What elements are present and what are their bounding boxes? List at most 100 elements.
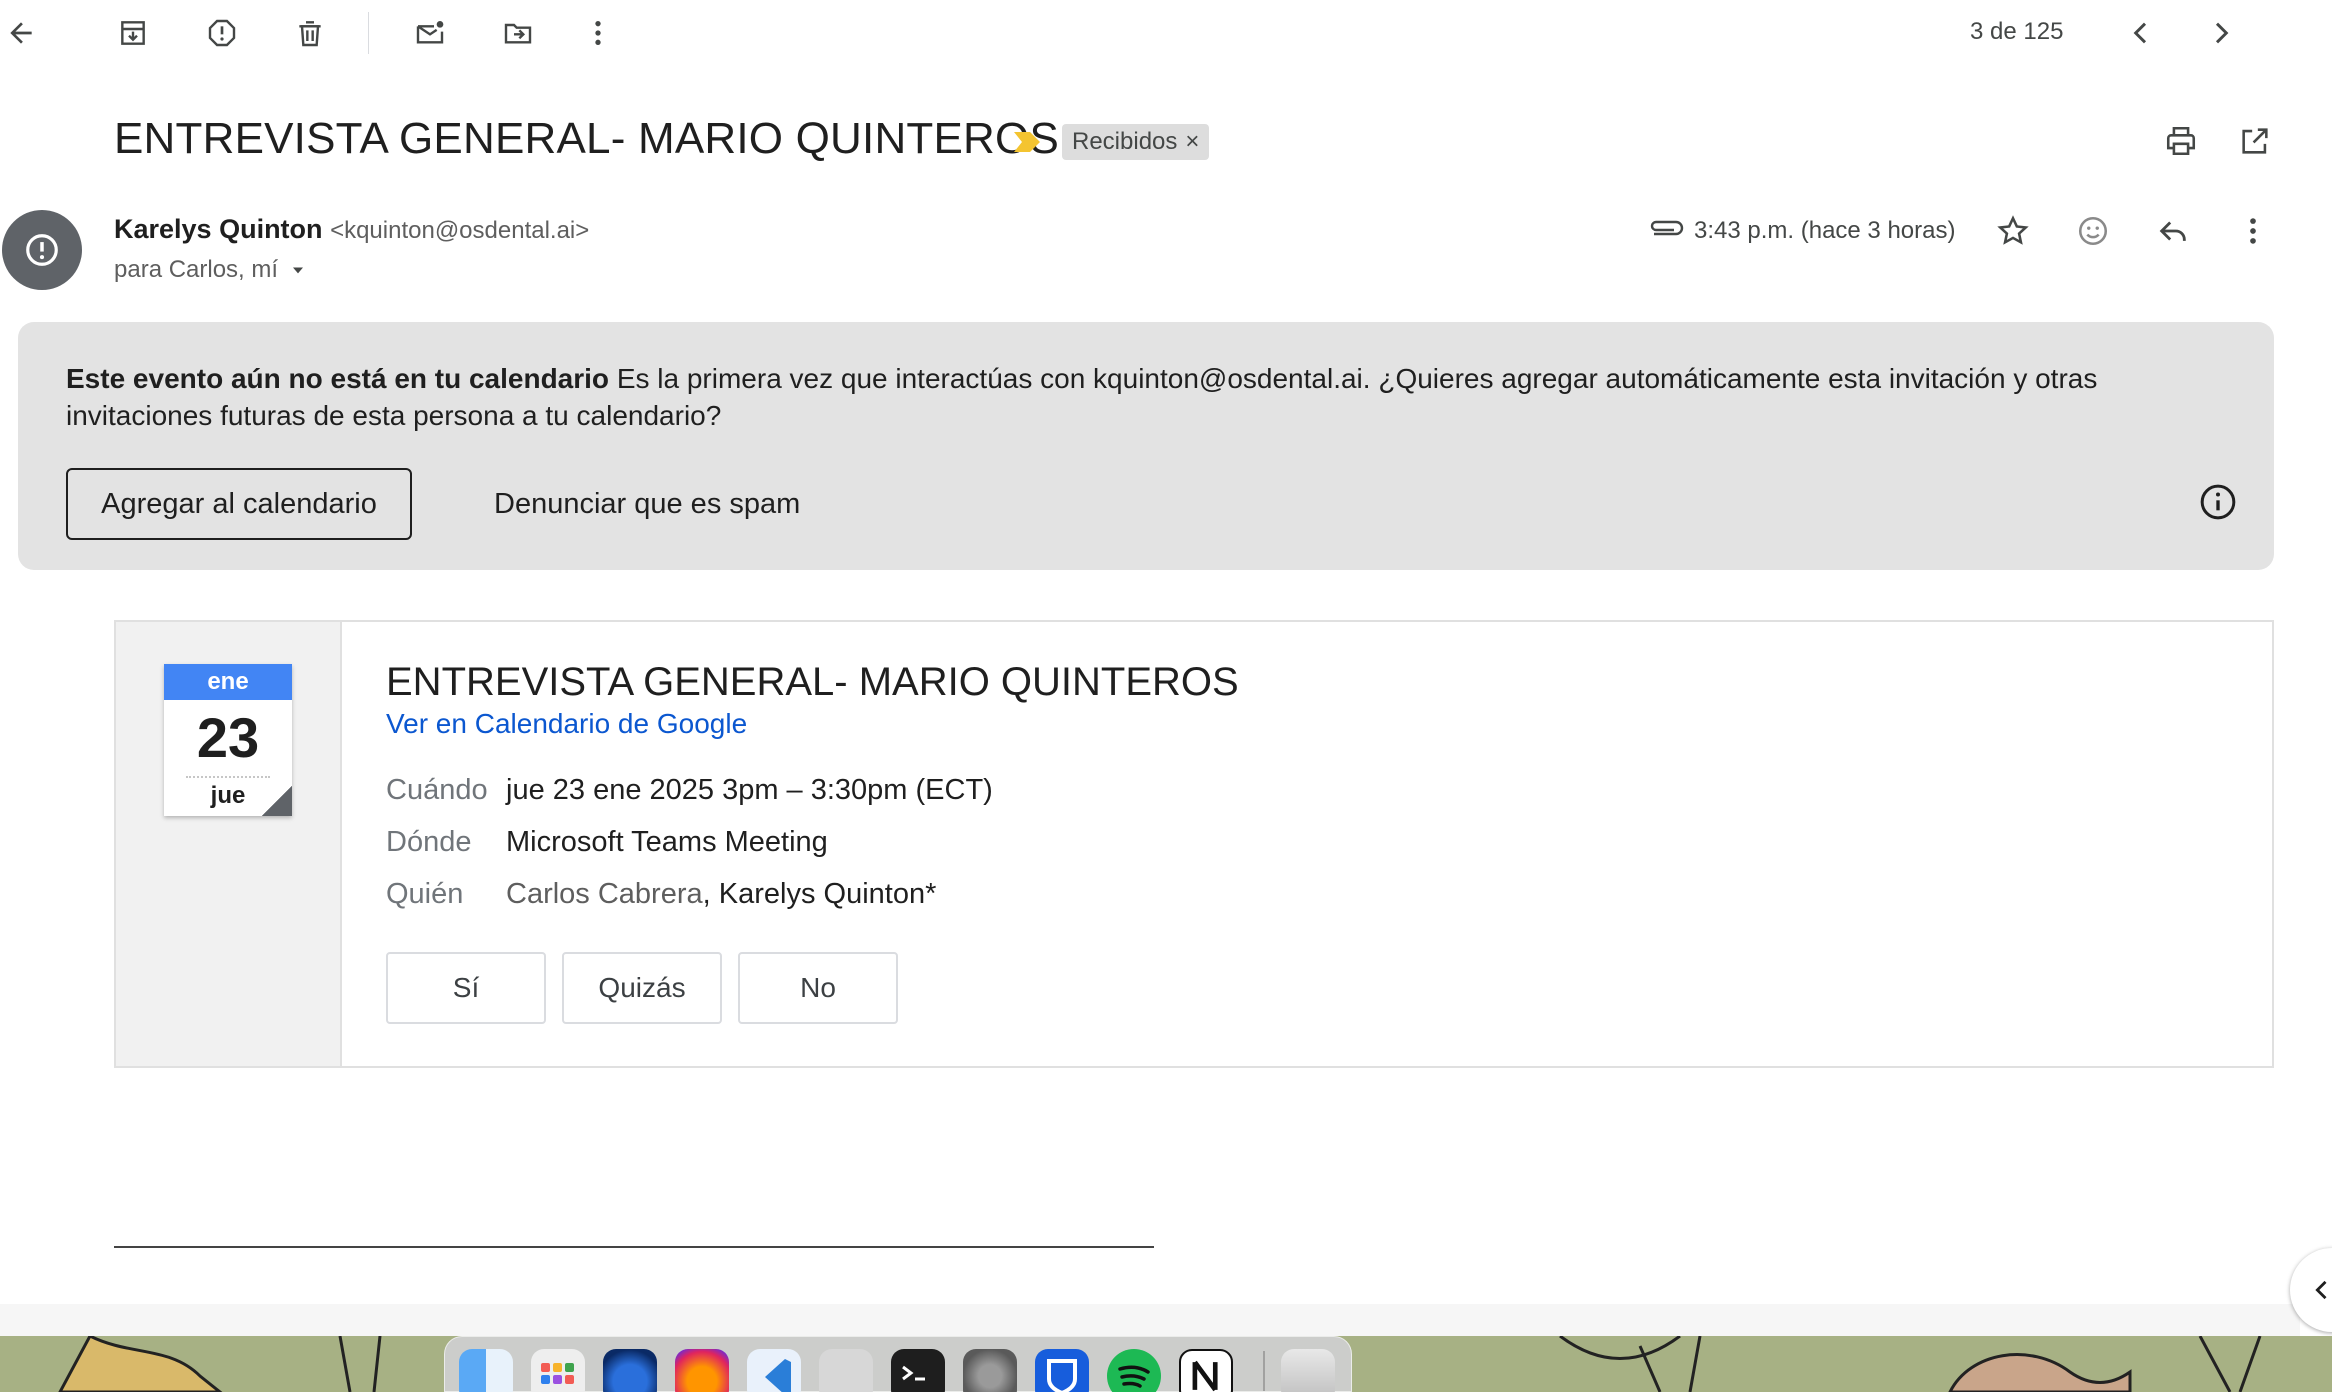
finder-icon[interactable]	[459, 1349, 513, 1392]
event-title: ENTREVISTA GENERAL- MARIO QUINTEROS	[386, 660, 1239, 704]
where-value: Microsoft Teams Meeting	[506, 826, 828, 858]
label-chip-text: Recibidos	[1072, 128, 1178, 155]
remove-label-button[interactable]: ×	[1185, 130, 1199, 154]
event-invitation-card: ene 23 jue ENTREVISTA GENERAL- MARIO QUI…	[114, 620, 2274, 1068]
calendar-month: ene	[164, 664, 292, 700]
more-vert-icon	[2250, 218, 2256, 244]
dock-separator	[1263, 1351, 1265, 1391]
notion-glyph	[1192, 1360, 1218, 1392]
message-toolbar: 3 de 125	[0, 0, 2332, 66]
guest-separator: ,	[702, 878, 719, 910]
vscode-icon[interactable]	[747, 1349, 801, 1392]
newer-button[interactable]	[2114, 6, 2168, 60]
rsvp-no-button[interactable]: No	[738, 952, 898, 1024]
label-chip-inbox[interactable]: Recibidos ×	[1062, 124, 1210, 160]
vscode-glyph	[765, 1359, 791, 1392]
preview-icon[interactable]	[819, 1349, 873, 1392]
report-spam-button[interactable]	[195, 6, 249, 60]
page-curl-icon	[262, 786, 292, 816]
report-spam-icon	[208, 19, 236, 47]
archive-icon	[121, 21, 145, 45]
back-arrow-icon	[10, 22, 32, 44]
bitwarden-icon[interactable]	[1035, 1349, 1089, 1392]
rsvp-maybe-button[interactable]: Quizás	[562, 952, 722, 1024]
firefox-dev-icon[interactable]	[603, 1349, 657, 1392]
add-to-calendar-button[interactable]: Agregar al calendario	[66, 468, 412, 540]
sender-line: Karelys Quinton <kquinton@osdental.ai>	[114, 214, 589, 245]
report-spam-link[interactable]: Denunciar que es spam	[476, 468, 818, 540]
notion-icon[interactable]	[1179, 1349, 1233, 1392]
who-value: Carlos Cabrera, Karelys Quinton*	[506, 878, 936, 911]
when-label: Cuándo	[386, 774, 488, 806]
calendar-banner: Este evento aún no está en tu calendario…	[18, 322, 2274, 570]
signature-separator	[114, 1246, 1154, 1248]
chevron-left-icon	[2315, 1280, 2327, 1300]
archive-button[interactable]	[106, 6, 160, 60]
emoji-icon	[2078, 216, 2108, 246]
banner-message: Este evento aún no está en tu calendario…	[66, 360, 2166, 434]
print-button[interactable]	[2156, 116, 2206, 166]
recipients-toggle[interactable]: para Carlos, mí	[114, 256, 308, 284]
sender-email: <kquinton@osdental.ai>	[330, 217, 590, 244]
calendar-day: 23	[196, 706, 260, 769]
open-new-window-button[interactable]	[2230, 116, 2280, 166]
older-button[interactable]	[2194, 6, 2248, 60]
star-button[interactable]	[1988, 206, 2038, 256]
terminal-icon[interactable]	[891, 1349, 945, 1392]
delete-button[interactable]	[283, 6, 337, 60]
guest-name: Carlos Cabrera	[506, 878, 703, 910]
add-reaction-button[interactable]	[2068, 206, 2118, 256]
back-button[interactable]	[0, 6, 48, 60]
trash-icon[interactable]	[1281, 1349, 1335, 1392]
more-options-button[interactable]	[571, 6, 625, 60]
reply-button[interactable]	[2148, 206, 2198, 256]
message-more-button[interactable]	[2228, 206, 2278, 256]
sender-name[interactable]: Karelys Quinton	[114, 214, 323, 244]
terminal-prompt	[902, 1365, 925, 1381]
caret-down-icon	[293, 267, 304, 274]
spotify-waves	[1118, 1365, 1150, 1388]
system-settings-icon[interactable]	[963, 1349, 1017, 1392]
calendar-date-icon: ene 23 jue	[164, 664, 292, 816]
info-icon	[2200, 484, 2236, 520]
calendar-divider	[186, 776, 270, 778]
mark-unread-icon	[416, 21, 444, 44]
alert-circle-icon	[26, 234, 58, 266]
banner-info-button[interactable]	[2198, 482, 2238, 522]
recipients-text: para Carlos, mí	[114, 256, 279, 283]
who-label: Quién	[386, 878, 464, 910]
invite-date-panel: ene 23 jue	[116, 622, 342, 1066]
event-who-row: Quién Carlos Cabrera, Karelys Quinton*	[386, 878, 936, 911]
launchpad-icon[interactable]	[531, 1349, 585, 1392]
attachment-icon	[1650, 220, 1684, 236]
page-footer	[0, 1304, 2300, 1336]
launchpad-grid	[541, 1363, 574, 1384]
toolbar-divider	[368, 12, 369, 54]
event-when-row: Cuándo jue 23 ene 2025 3pm – 3:30pm (ECT…	[386, 774, 993, 807]
gmail-window: 3 de 125 ENTREVISTA GENERAL- MARIO QUINT…	[0, 0, 2332, 1392]
move-to-icon	[504, 23, 532, 44]
view-in-google-calendar-link[interactable]: Ver en Calendario de Google	[386, 708, 747, 740]
move-to-button[interactable]	[491, 6, 545, 60]
open-in-new-icon	[2242, 128, 2268, 154]
macos-dock	[444, 1336, 1352, 1392]
email-timestamp: 3:43 p.m. (hace 3 horas)	[1694, 217, 1956, 244]
star-icon	[1997, 215, 2029, 245]
print-icon	[2166, 126, 2196, 156]
rsvp-yes-button[interactable]: Sí	[386, 952, 546, 1024]
chevron-left-icon	[2133, 22, 2147, 44]
where-label: Dónde	[386, 826, 472, 858]
importance-marker-icon[interactable]	[1012, 128, 1042, 156]
bitwarden-shield	[1047, 1359, 1077, 1392]
banner-title: Este evento aún no está en tu calendario	[66, 363, 610, 394]
reply-icon	[2159, 221, 2186, 241]
event-where-row: Dónde Microsoft Teams Meeting	[386, 826, 828, 859]
email-subject: ENTREVISTA GENERAL- MARIO QUINTEROS	[114, 114, 1059, 163]
spotify-icon[interactable]	[1107, 1349, 1161, 1392]
when-value: jue 23 ene 2025 3pm – 3:30pm (ECT)	[506, 774, 993, 806]
firefox-icon[interactable]	[675, 1349, 729, 1392]
delete-icon	[299, 21, 321, 47]
mark-unread-button[interactable]	[403, 6, 457, 60]
sender-avatar[interactable]	[2, 210, 82, 290]
pagination-text: 3 de 125	[1970, 18, 2064, 45]
